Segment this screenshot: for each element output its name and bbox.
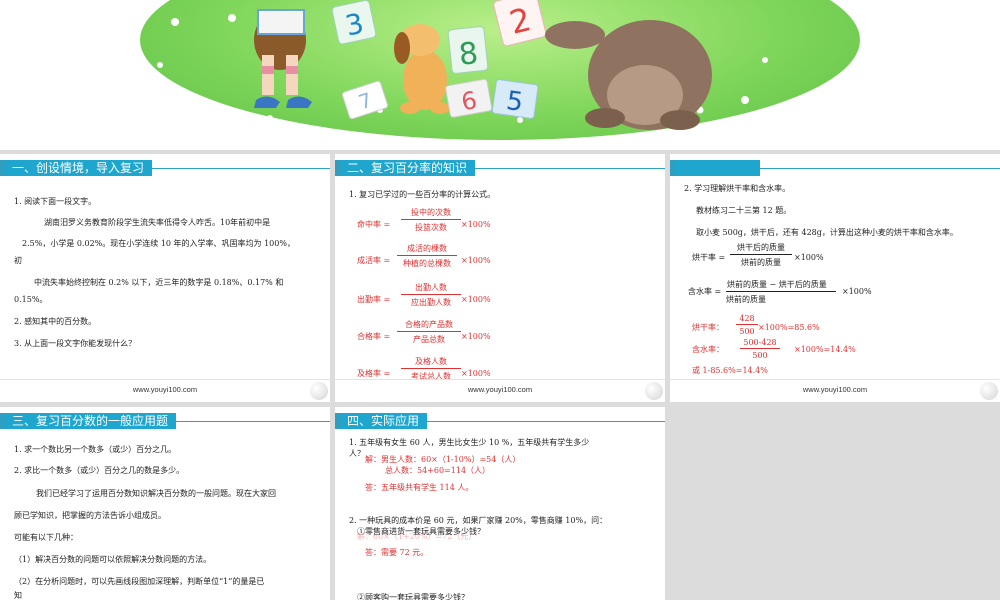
formula-fraction: 成活的棵数 种植的总棵数 [397,243,457,269]
banner-illustration: 3 8 2 6 5 7 [0,0,1000,150]
slide-review-intro: 一、创设情境，导入复习 1. 阅读下面一段文字。 湖南汨罗义务教育阶段学生流失率… [0,154,330,402]
answer-line: 答：五年级共有学生 114 人。 [365,483,474,492]
slide-drying-rate: 2. 学习理解烘干率和含水率。 教材练习二十三第 12 题。 取小麦 500g，… [670,154,1000,402]
formula-fraction: 烘干后的质量 烘前的质量 [730,242,792,268]
slide-title: 三、复习百分数的一般应用题 [6,413,177,429]
slide-title: 二、复习百分率的知识 [341,160,476,176]
formula-fraction: 合格的产品数 产品总数 [397,319,461,345]
text-line: （1）解决百分数的问题可以依照解决分数问题的方法。 [14,555,212,564]
formula-label: 及格率 = [357,369,391,378]
formula-label: 烘干率 = [692,253,726,262]
slide-application-review: 三、复习百分数的一般应用题 1. 求一个数比另一个数多（或少）百分之几。 2. … [0,407,330,600]
question-line: ①零售商进货一套玩具需要多少钱？ [357,527,485,536]
page-curl-icon [310,382,328,400]
footer-url: www.youyi100.com [802,385,868,394]
formula-fraction: 烘前的质量 − 烘干后的质量 烘前的质量 [726,279,836,305]
slide-title [676,160,760,176]
text-line: 1. 求一个数比另一个数多（或少）百分之几。 [14,445,177,454]
question-line: 2. 一种玩具的成本价是 60 元，如果厂家赚 20%，零售商赚 10%，问： [349,516,608,525]
text-line: 3. 从上面一段文字你能发现什么？ [14,339,137,348]
formula-label: 出勤率 = [357,295,391,304]
answer-fraction: 500-428 500 [740,338,780,360]
text-line: 1. 复习已学过的一些百分率的计算公式。 [349,190,496,199]
text-line: 知 [14,591,22,600]
formula-label: 合格率 = [357,332,391,341]
text-line: （2）在分析问题时，可以先画线段图加深理解，判断单位“1”的量是已 [14,577,265,586]
text-line: 1. 阅读下面一段文字。 [14,197,97,206]
text-line: 顾已学知识，把掌握的方法告诉小组成员。 [14,511,166,520]
formula-tail: ×100% [461,332,491,341]
slide-title: 一、创设情境，导入复习 [6,160,153,176]
text-line: 2. 感知其中的百分数。 [14,317,97,326]
answer-tail: ×100%=14.4% [794,345,856,354]
page-curl-icon [645,382,663,400]
footer-url: www.youyi100.com [132,385,198,394]
cartoon-scene: 3 8 2 6 5 7 [157,0,768,130]
formula-fraction: 投中的次数 投篮次数 [401,207,461,233]
slide-title: 四、实际应用 [341,413,428,429]
formula-tail: ×100% [461,295,491,304]
text-line: 0.15%。 [14,295,48,304]
solution-line: 总人数：54+60=114（人） [385,466,491,475]
formula-label: 成活率 = [357,256,391,265]
text-line: 2. 求比一个数多（或少）百分之几的数是多少。 [14,466,185,475]
slide-percent-rates: 二、复习百分率的知识 1. 复习已学过的一些百分率的计算公式。 命中率 = 投中… [335,154,665,402]
card-digit-8: 8 [457,36,480,73]
slide-practical-use: 四、实际应用 1. 五年级有女生 60 人，男生比女生少 10 %，五年级共有学… [335,407,665,600]
text-line: 教材练习二十三第 12 题。 [696,206,792,215]
formula-fraction: 出勤人数 应出勤人数 [401,282,461,308]
text-line: 我们已经学习了运用百分数知识解决百分数的一般问题。现在大家回 [36,489,276,498]
answer-line: 或 1-85.6%=14.4% [692,366,768,375]
solution-line: 解：男生人数：60×（1-10%）=54（人） [365,455,521,464]
text-line: 取小麦 500g，烘干后，还有 428g，计算出这种小麦的烘干率和含水率。 [696,228,958,237]
answer-label: 含水率： [692,345,724,354]
text-line: 中流失率始终控制在 0.2% 以下，近三年的数字是 0.18%、0.17% 和 [34,278,284,287]
footer-url: www.youyi100.com [467,385,533,394]
text-line: 2. 学习理解烘干率和含水率。 [684,184,791,193]
answer-label: 烘干率： [692,323,724,332]
text-line: 可能有以下几种： [14,533,78,542]
formula-tail: ×100% [461,256,491,265]
answer-tail: ×100%=85.6% [758,323,820,332]
formula-tail: ×100% [461,369,491,378]
text-line: 湖南汨罗义务教育阶段学生流失率低得令人咋舌。10年前初中是 [44,218,271,227]
answer-line: 答：需要 72 元。 [365,548,429,557]
question-line: 人？ [349,449,365,458]
page-curl-icon [980,382,998,400]
formula-tail: ×100% [842,287,872,296]
answer-fraction: 428 500 [736,314,758,336]
formula-label: 含水率 = [688,287,722,296]
text-line: 2.5%，小学是 0.02%。现在小学连续 10 年的入学率、巩固率均为 100… [22,239,295,248]
formula-tail: ×100% [794,253,824,262]
question-line: ②顾客购一套玩具需要多少钱？ [357,593,469,600]
formula-tail: ×100% [461,220,491,229]
text-line: 初 [14,256,22,265]
question-line: 1. 五年级有女生 60 人，男生比女生少 10 %，五年级共有学生多少 [349,438,590,447]
formula-label: 命中率 = [357,220,391,229]
